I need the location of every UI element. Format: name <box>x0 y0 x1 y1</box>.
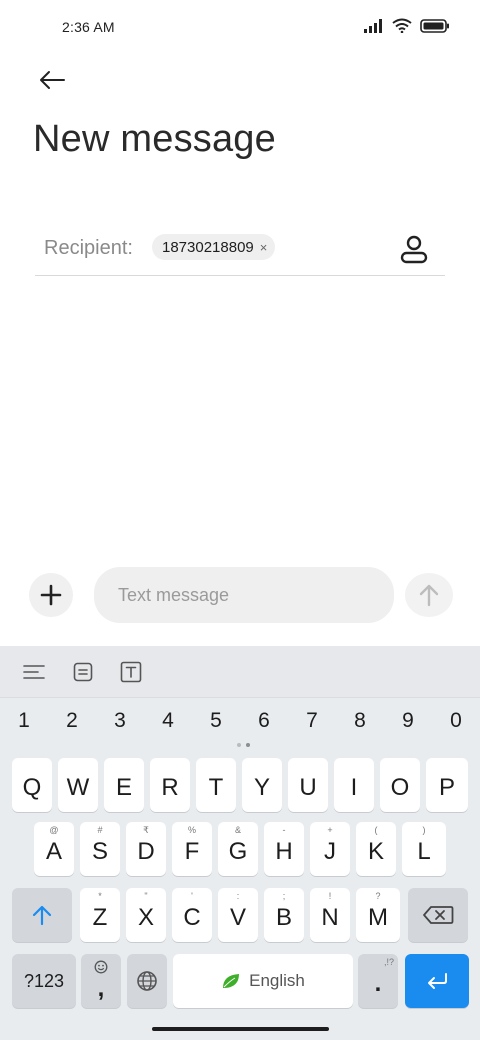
number-row: 1 2 3 4 5 6 7 8 9 0 <box>0 706 480 736</box>
key-a[interactable]: @ A <box>34 822 74 876</box>
clipboard-button[interactable] <box>70 659 96 685</box>
enter-icon <box>428 973 447 989</box>
clipboard-icon <box>73 662 93 682</box>
key-t[interactable]: T <box>196 758 236 812</box>
chip-remove-icon[interactable]: × <box>260 241 268 254</box>
add-attachment-button[interactable] <box>29 573 73 617</box>
status-bar: 2:36 AM <box>0 0 480 54</box>
space-key[interactable]: English <box>173 954 353 1008</box>
key-6[interactable]: 6 <box>249 709 279 733</box>
message-input[interactable] <box>94 567 394 623</box>
space-key-content: English <box>221 971 305 991</box>
battery-icon <box>420 18 449 33</box>
menu-lines-icon <box>23 665 45 679</box>
key-s[interactable]: # S <box>80 822 120 876</box>
recipient-label: Recipient: <box>44 237 133 259</box>
backspace-icon <box>423 906 454 924</box>
shift-key[interactable] <box>12 888 72 942</box>
keyboard-toolbar <box>0 646 480 698</box>
key-k[interactable]: (K <box>356 822 396 876</box>
keyboard: 1 2 3 4 5 6 7 8 9 0 Q W E R T Y U I O P … <box>0 646 480 1040</box>
page-title: New message <box>33 118 276 160</box>
key-p[interactable]: P <box>426 758 468 812</box>
key-3[interactable]: 3 <box>105 709 135 733</box>
key-u[interactable]: U <box>288 758 328 812</box>
key-2[interactable]: 2 <box>57 709 87 733</box>
symbols-key[interactable]: ?123 <box>12 954 76 1008</box>
recipient-row[interactable]: Recipient: 18730218809 × <box>35 224 445 276</box>
key-b[interactable]: ; B <box>264 888 304 942</box>
leaf-icon <box>223 974 240 988</box>
enter-key[interactable] <box>405 954 469 1008</box>
key-i[interactable]: I <box>334 758 374 812</box>
emoji-icon <box>94 960 108 974</box>
signal-icon <box>364 18 382 33</box>
language-key[interactable] <box>127 954 167 1008</box>
key-7[interactable]: 7 <box>297 709 327 733</box>
key-g[interactable]: & G <box>218 822 258 876</box>
emoji-comma-key[interactable]: , <box>81 954 121 1008</box>
contact-icon <box>400 235 428 264</box>
keyboard-page-indicator <box>237 743 250 747</box>
key-o[interactable]: O <box>380 758 420 812</box>
key-4[interactable]: 4 <box>153 709 183 733</box>
key-m[interactable]: ? M <box>356 888 400 942</box>
back-arrow-icon <box>40 71 65 89</box>
recipient-chip[interactable]: 18730218809 × <box>152 234 276 260</box>
recipient-chip-number: 18730218809 <box>162 238 254 256</box>
key-v[interactable]: :V <box>218 888 258 942</box>
page-dot-active <box>246 743 250 747</box>
key-y[interactable]: Y <box>242 758 282 812</box>
back-button[interactable] <box>36 64 68 96</box>
send-button[interactable] <box>405 573 453 617</box>
globe-icon <box>137 971 157 991</box>
key-0[interactable]: 0 <box>441 709 471 733</box>
key-w[interactable]: W <box>58 758 98 812</box>
key-d[interactable]: ₹ D <box>126 822 166 876</box>
status-icons <box>364 18 450 33</box>
key-5[interactable]: 5 <box>201 709 231 733</box>
key-8[interactable]: 8 <box>345 709 375 733</box>
text-box-icon <box>120 661 142 683</box>
wifi-icon <box>392 18 412 33</box>
home-indicator[interactable] <box>152 1027 329 1031</box>
period-key[interactable]: ,!? . <box>358 954 398 1008</box>
space-key-label: English <box>249 971 305 990</box>
key-n[interactable]: ! N <box>310 888 350 942</box>
key-1[interactable]: 1 <box>9 709 39 733</box>
key-c[interactable]: ' C <box>172 888 212 942</box>
plus-icon <box>40 584 62 606</box>
key-9[interactable]: 9 <box>393 709 423 733</box>
keyboard-menu-button[interactable] <box>21 659 47 685</box>
key-r[interactable]: R <box>150 758 190 812</box>
text-edit-button[interactable] <box>118 659 144 685</box>
key-j[interactable]: + J <box>310 822 350 876</box>
key-q[interactable]: Q <box>12 758 52 812</box>
key-l[interactable]: ) L <box>402 822 446 876</box>
status-time: 2:36 AM <box>62 19 115 35</box>
key-f[interactable]: % F <box>172 822 212 876</box>
contact-picker-button[interactable] <box>399 234 429 264</box>
shift-icon <box>32 905 52 926</box>
key-x[interactable]: " X <box>126 888 166 942</box>
send-arrow-icon <box>419 584 439 607</box>
key-e[interactable]: E <box>104 758 144 812</box>
key-h[interactable]: -H <box>264 822 304 876</box>
page-dot <box>237 743 241 747</box>
backspace-key[interactable] <box>408 888 468 942</box>
key-z[interactable]: * Z <box>80 888 120 942</box>
